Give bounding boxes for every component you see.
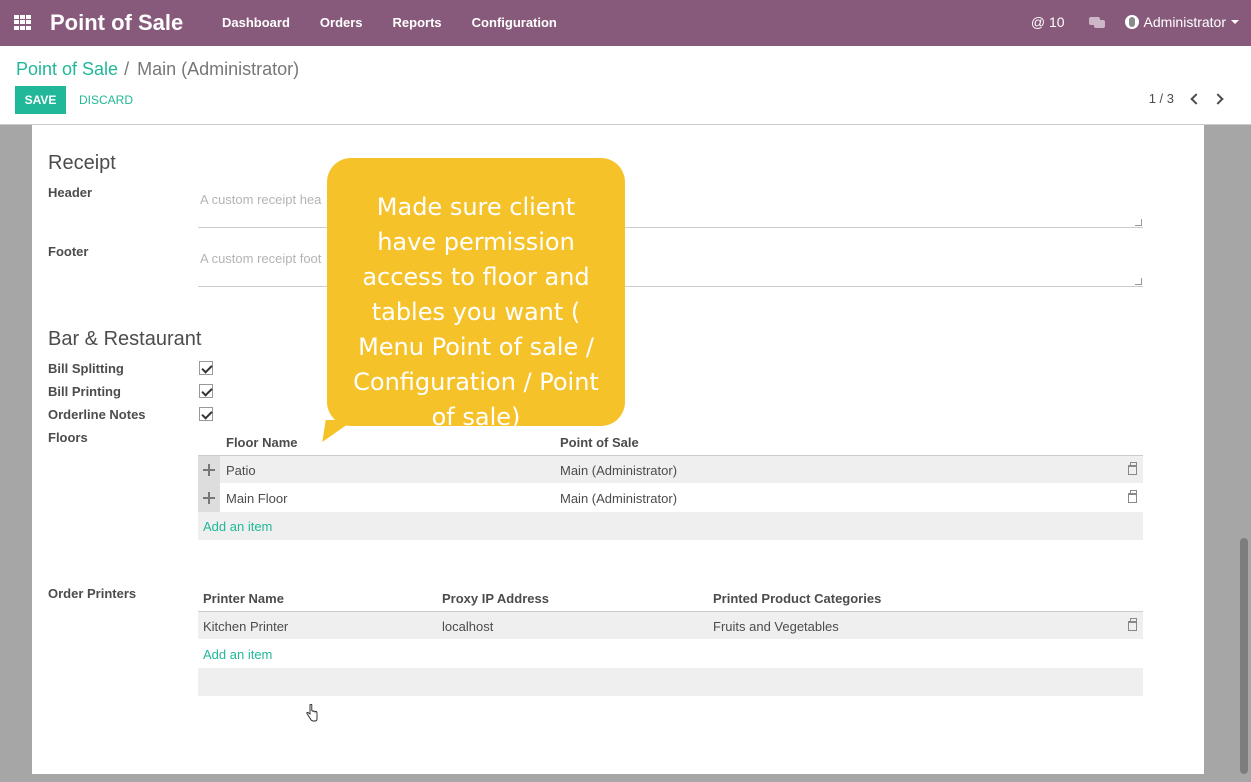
resize-handle-icon[interactable] [1135,219,1142,226]
floors-table: Floor Name Point of Sale Patio Main (Adm… [198,428,1143,540]
menu-configuration[interactable]: Configuration [462,15,557,30]
empty-row [198,668,1143,696]
menu-orders[interactable]: Orders [310,15,363,30]
restaurant-section-title: Bar & Restaurant [48,328,202,350]
floor-name-cell: Main Floor [226,491,288,506]
receipt-section-title: Receipt [48,152,116,174]
breadcrumb-root[interactable]: Point of Sale [16,59,118,80]
add-row: Add an item [198,512,1143,540]
trash-icon[interactable] [1128,462,1137,475]
orderline-notes-checkbox[interactable] [199,407,213,421]
hand-cursor-icon [306,704,318,722]
column-point-of-sale[interactable]: Point of Sale [560,435,639,450]
mentions-counter[interactable]: @ 10 [1031,14,1065,30]
save-button[interactable]: SAVE [15,86,66,114]
app-brand[interactable]: Point of Sale [50,10,183,36]
add-printer-link[interactable]: Add an item [203,647,272,662]
proxy-ip-cell: localhost [442,619,494,634]
menu-reports[interactable]: Reports [383,15,442,30]
column-proxy-ip[interactable]: Proxy IP Address [442,591,549,606]
user-name: Administrator [1143,14,1226,30]
orderline-notes-label: Orderline Notes [48,407,146,422]
floors-label: Floors [48,430,88,445]
user-menu[interactable]: Administrator [1124,14,1239,30]
breadcrumb-separator: / [124,59,130,79]
form-content-area: Receipt Header A custom receipt hea Foot… [0,125,1251,782]
footer-placeholder: A custom receipt foot [200,251,322,266]
header-label: Header [48,185,93,200]
scrollbar[interactable] [1240,538,1248,774]
breadcrumb-current: Main (Administrator) [137,59,300,79]
chat-icon[interactable] [1088,16,1105,28]
bill-splitting-checkbox[interactable] [199,361,213,375]
column-floor-name[interactable]: Floor Name [226,435,298,450]
order-printers-label: Order Printers [48,586,137,601]
header-placeholder: A custom receipt hea [200,192,322,207]
drag-handle-icon[interactable] [198,456,220,484]
menu-dashboard[interactable]: Dashboard [212,15,290,30]
table-row[interactable]: Kitchen Printer localhost Fruits and Veg… [198,612,1143,640]
bill-printing-checkbox[interactable] [199,384,213,398]
systray: @ 10 Administrator [1031,14,1251,30]
chevron-right-icon[interactable] [1212,92,1224,105]
footer-label: Footer [48,244,89,259]
pager-value: 1 / 3 [1148,91,1174,106]
caret-down-icon [1231,20,1239,24]
table-row[interactable]: Main Floor Main (Administrator) [198,484,1143,512]
floor-name-cell: Patio [226,463,256,478]
pos-cell: Main (Administrator) [560,491,678,506]
add-row: Add an item [198,640,1143,668]
bill-splitting-label: Bill Splitting [48,361,124,376]
bill-printing-label: Bill Printing [48,384,121,399]
column-product-categories[interactable]: Printed Product Categories [713,591,881,606]
avatar [1124,15,1139,29]
drag-handle-icon[interactable] [198,484,220,512]
resize-handle-icon[interactable] [1135,278,1142,285]
pager: 1 / 3 [1148,91,1224,106]
column-printer-name[interactable]: Printer Name [203,591,284,606]
categories-cell: Fruits and Vegetables [713,619,839,634]
table-row[interactable]: Patio Main (Administrator) [198,456,1143,484]
trash-icon[interactable] [1128,490,1137,503]
breadcrumb: Point of Sale / Main (Administrator) [16,59,299,80]
top-navbar: Point of Sale Dashboard Orders Reports C… [0,0,1251,46]
discard-button[interactable]: DISCARD [79,86,133,114]
main-menu: Dashboard Orders Reports Configuration [212,15,577,30]
control-panel: Point of Sale / Main (Administrator) SAV… [0,46,1251,125]
printer-name-cell: Kitchen Printer [203,619,289,634]
tooltip-bubble: Made sure client have permission access … [327,158,625,431]
printers-table: Printer Name Proxy IP Address Printed Pr… [198,584,1143,696]
pos-cell: Main (Administrator) [560,463,678,478]
printers-table-header: Printer Name Proxy IP Address Printed Pr… [198,584,1143,612]
add-floor-link[interactable]: Add an item [203,519,272,534]
apps-grid-icon[interactable] [14,15,31,30]
chevron-left-icon[interactable] [1190,92,1202,105]
trash-icon[interactable] [1128,618,1137,631]
